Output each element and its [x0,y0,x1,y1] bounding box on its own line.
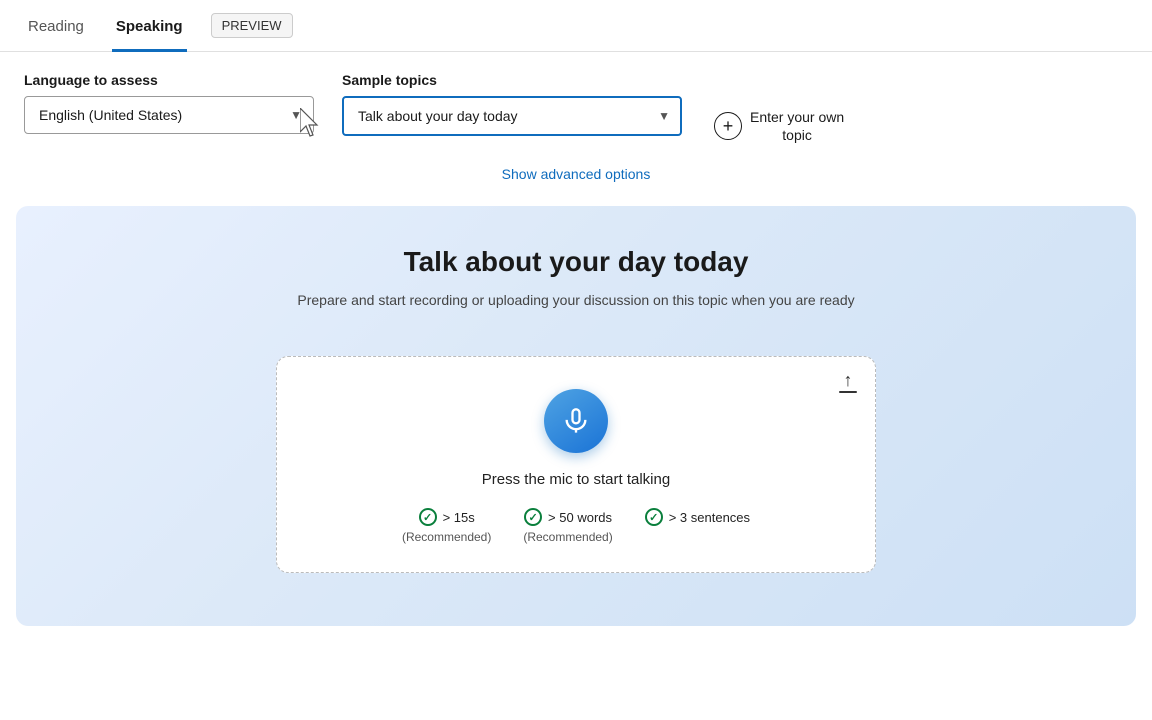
req-time-sub: (Recommended) [402,530,491,544]
req-time: > 15s (Recommended) [402,508,491,544]
check-icon-time [419,508,437,526]
main-content-card: Talk about your day today Prepare and st… [16,206,1136,626]
topics-label: Sample topics [342,72,682,88]
req-words-sub: (Recommended) [523,530,612,544]
req-sentences-label: > 3 sentences [669,510,750,525]
topics-select[interactable]: Talk about your day today Describe your … [342,96,682,136]
tab-reading[interactable]: Reading [24,0,88,52]
tab-bar: Reading Speaking PREVIEW [0,0,1152,52]
enter-topic-button[interactable]: + Enter your owntopic [714,100,844,152]
controls-row: Language to assess English (United State… [24,72,1128,152]
mic-button[interactable] [544,389,608,453]
upload-icon: ↑ [839,371,857,393]
topics-select-wrapper: Talk about your day today Describe your … [342,96,682,136]
check-icon-words [524,508,542,526]
check-icon-sentences [645,508,663,526]
plus-icon: + [714,112,742,140]
controls-area: Language to assess English (United State… [0,52,1152,190]
topic-subtitle: Prepare and start recording or uploading… [297,292,854,308]
mic-icon [562,407,590,435]
enter-topic-label: Enter your owntopic [750,108,844,144]
topics-group: Sample topics Talk about your day today … [342,72,682,136]
req-words-label: > 50 words [548,510,612,525]
recording-card: ↑ Press the mic to start talking > 15s (… [276,356,876,573]
language-select[interactable]: English (United States) English (United … [24,96,314,134]
req-words: > 50 words (Recommended) [523,508,612,544]
req-sentences: > 3 sentences [645,508,750,526]
tab-preview[interactable]: PREVIEW [211,13,293,38]
language-group: Language to assess English (United State… [24,72,314,134]
press-mic-text: Press the mic to start talking [482,471,670,488]
upload-button[interactable]: ↑ [839,371,857,393]
upload-line [839,391,857,393]
upload-arrow-symbol: ↑ [844,371,853,389]
language-label: Language to assess [24,72,314,88]
show-advanced-button[interactable]: Show advanced options [24,166,1128,182]
tab-speaking[interactable]: Speaking [112,0,187,52]
topic-title: Talk about your day today [404,246,749,278]
req-time-label: > 15s [443,510,475,525]
requirements-row: > 15s (Recommended) > 50 words (Recommen… [402,508,750,544]
language-select-wrapper: English (United States) English (United … [24,96,314,134]
